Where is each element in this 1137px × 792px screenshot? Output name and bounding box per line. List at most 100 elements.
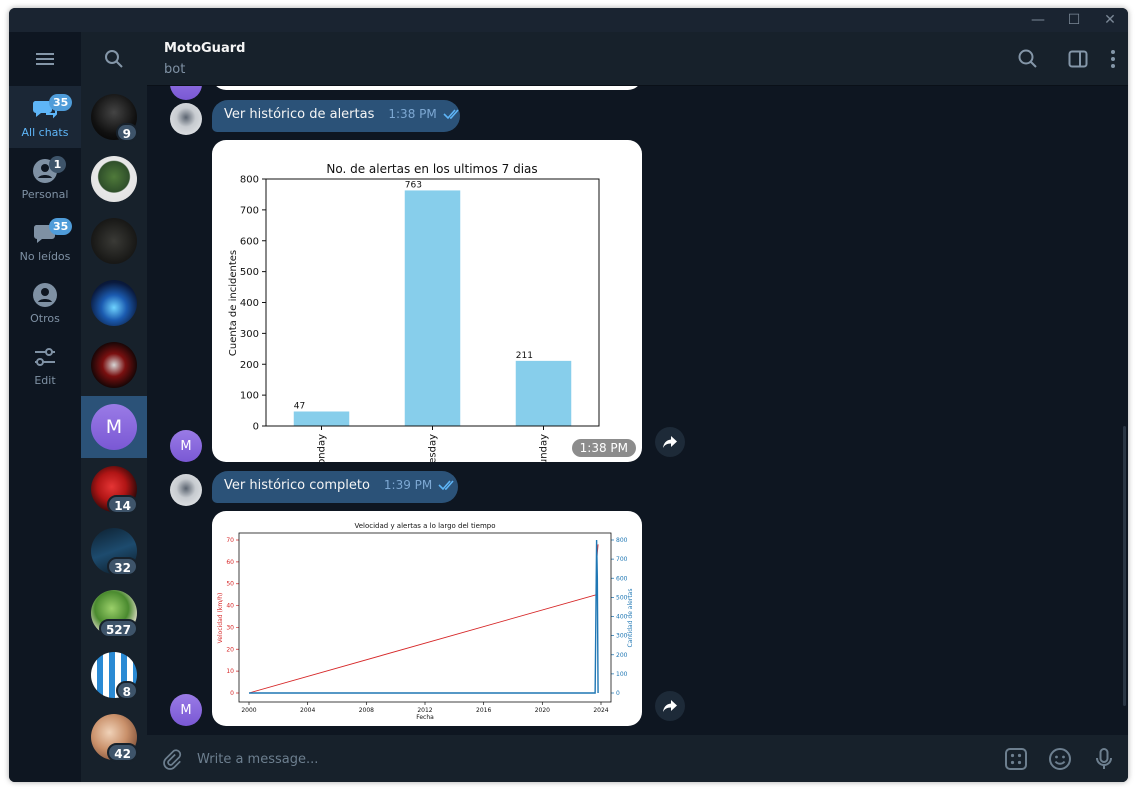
folder-no-leidos[interactable]: 35 No leídos xyxy=(9,210,81,272)
chat-item[interactable] xyxy=(81,148,147,210)
message-time: 1:38 PM xyxy=(571,439,636,457)
x-tick-label: 2024 xyxy=(593,707,608,714)
y2-tick-label: 400 xyxy=(616,614,628,621)
search-icon[interactable] xyxy=(1016,47,1040,71)
chat-item[interactable]: 14 xyxy=(81,458,147,520)
chart-y2label: Cantidad de alertas xyxy=(627,589,634,648)
folder-all-chats[interactable]: 35 All chats xyxy=(9,86,81,148)
chart-photo-message[interactable]: Velocidad y alertas a lo largo del tiemp… xyxy=(212,511,642,726)
line-chart: Velocidad y alertas a lo largo del tiemp… xyxy=(217,522,634,721)
bot-avatar: M xyxy=(170,694,202,726)
message-time: 1:38 PM xyxy=(388,107,437,121)
y-tick-label: 40 xyxy=(226,603,234,610)
chart-ylabel: Velocidad (km/h) xyxy=(217,593,224,644)
speed-series-line xyxy=(248,544,599,694)
chat-subtitle: bot xyxy=(164,62,186,77)
y-tick-label: 200 xyxy=(240,360,259,371)
folder-label: No leídos xyxy=(19,250,71,263)
x-tick-label: 2008 xyxy=(359,707,374,714)
y2-tick-label: 600 xyxy=(616,575,628,582)
y-tick-label: 500 xyxy=(240,267,259,278)
bar-value-label: 47 xyxy=(294,401,305,411)
forward-button[interactable] xyxy=(655,427,685,457)
y-tick-label: 100 xyxy=(240,391,259,402)
forward-button[interactable] xyxy=(655,691,685,721)
unread-badge: 527 xyxy=(98,619,138,638)
y2-tick-label: 800 xyxy=(616,537,628,544)
main-menu-button[interactable] xyxy=(9,32,81,86)
chat-item[interactable]: 8 xyxy=(81,644,147,706)
x-tick-label: 2020 xyxy=(535,707,550,714)
message-time: 1:39 PM xyxy=(383,478,433,492)
y-tick-label: 300 xyxy=(240,329,259,340)
user-avatar xyxy=(170,103,202,135)
chart-photo-message[interactable]: No. de alertas en los ultimos 7 dias Cue… xyxy=(212,140,642,462)
bot-commands-icon[interactable] xyxy=(1003,746,1029,772)
y-tick-label: 70 xyxy=(226,537,234,544)
y-tick-label: 800 xyxy=(240,175,259,186)
search-icon xyxy=(105,50,123,68)
folder-badge: 35 xyxy=(49,94,73,111)
chat-item[interactable]: 32 xyxy=(81,520,147,582)
y-tick-label: 0 xyxy=(253,422,259,433)
chat-item[interactable] xyxy=(81,210,147,272)
double-check-icon xyxy=(443,109,459,120)
double-check-icon xyxy=(438,480,454,491)
x-tick-label: onday xyxy=(317,434,328,462)
emoji-icon[interactable] xyxy=(1047,746,1073,772)
y2-tick-label: 300 xyxy=(616,633,628,640)
x-tick-label: esday xyxy=(428,434,439,462)
close-window-button[interactable]: ✕ xyxy=(1093,8,1127,32)
bot-avatar: M xyxy=(170,430,202,462)
alerts-series-line xyxy=(249,539,599,694)
y2-tick-label: 100 xyxy=(616,671,628,678)
chat-title[interactable]: MotoGuard xyxy=(164,41,245,56)
bot-avatar xyxy=(170,86,202,100)
maximize-button[interactable]: ☐ xyxy=(1057,8,1091,32)
chat-header: MotoGuard bot xyxy=(147,32,1128,86)
previous-message-fragment xyxy=(212,86,642,90)
search-chats-button[interactable] xyxy=(81,32,147,86)
user-avatar xyxy=(170,474,202,506)
hamburger-icon xyxy=(36,53,54,65)
y2-tick-label: 200 xyxy=(616,652,628,659)
chat-panel: MotoGuard bot Ver histórico de alertas 1:… xyxy=(147,32,1128,782)
x-tick-label: 2012 xyxy=(417,707,432,714)
folder-badge: 35 xyxy=(49,218,73,235)
minimize-button[interactable]: — xyxy=(1021,8,1055,32)
folder-label: Personal xyxy=(21,188,69,201)
folder-personal[interactable]: 1 Personal xyxy=(9,148,81,210)
title-bar: — ☐ ✕ xyxy=(9,8,1128,32)
folder-otros[interactable]: Otros xyxy=(9,272,81,334)
outgoing-message[interactable]: Ver histórico de alertas 1:38 PM xyxy=(212,100,460,132)
chat-item[interactable] xyxy=(81,272,147,334)
chat-item[interactable]: 42 xyxy=(81,706,147,768)
chat-item[interactable] xyxy=(81,334,147,396)
avatar xyxy=(91,342,137,388)
chart-ylabel: Cuenta de incidentes xyxy=(228,250,239,356)
chat-item[interactable]: 9 xyxy=(81,86,147,148)
sidebar-toggle-icon[interactable] xyxy=(1066,47,1090,71)
folder-edit[interactable]: Edit xyxy=(9,334,81,396)
chat-list: 9 M 14 32 527 8 42 xyxy=(81,32,147,782)
outgoing-message[interactable]: Ver histórico completo 1:39 PM xyxy=(212,471,458,503)
unread-badge: 32 xyxy=(107,557,138,576)
microphone-icon[interactable] xyxy=(1091,746,1117,772)
y-tick-label: 50 xyxy=(226,581,234,588)
message-input[interactable] xyxy=(197,747,977,771)
chat-item[interactable]: 527 xyxy=(81,582,147,644)
message-area: Ver histórico de alertas 1:38 PM No. de a… xyxy=(147,86,1128,735)
avatar xyxy=(91,218,137,264)
avatar xyxy=(91,156,137,202)
more-options-icon[interactable] xyxy=(1101,47,1125,71)
sliders-icon xyxy=(35,348,55,366)
scrollbar[interactable] xyxy=(1123,426,1126,706)
folder-label: Edit xyxy=(34,374,56,387)
bar xyxy=(404,190,461,426)
message-text: Ver histórico completo xyxy=(224,478,370,493)
x-tick-label: 2000 xyxy=(241,707,256,714)
x-tick-label: unday xyxy=(539,434,550,462)
chat-item-motoguard[interactable]: M xyxy=(81,396,147,458)
folder-sidebar: 35 All chats 1 Personal 35 No leídos Otr… xyxy=(9,32,81,782)
attach-icon[interactable] xyxy=(159,746,185,772)
